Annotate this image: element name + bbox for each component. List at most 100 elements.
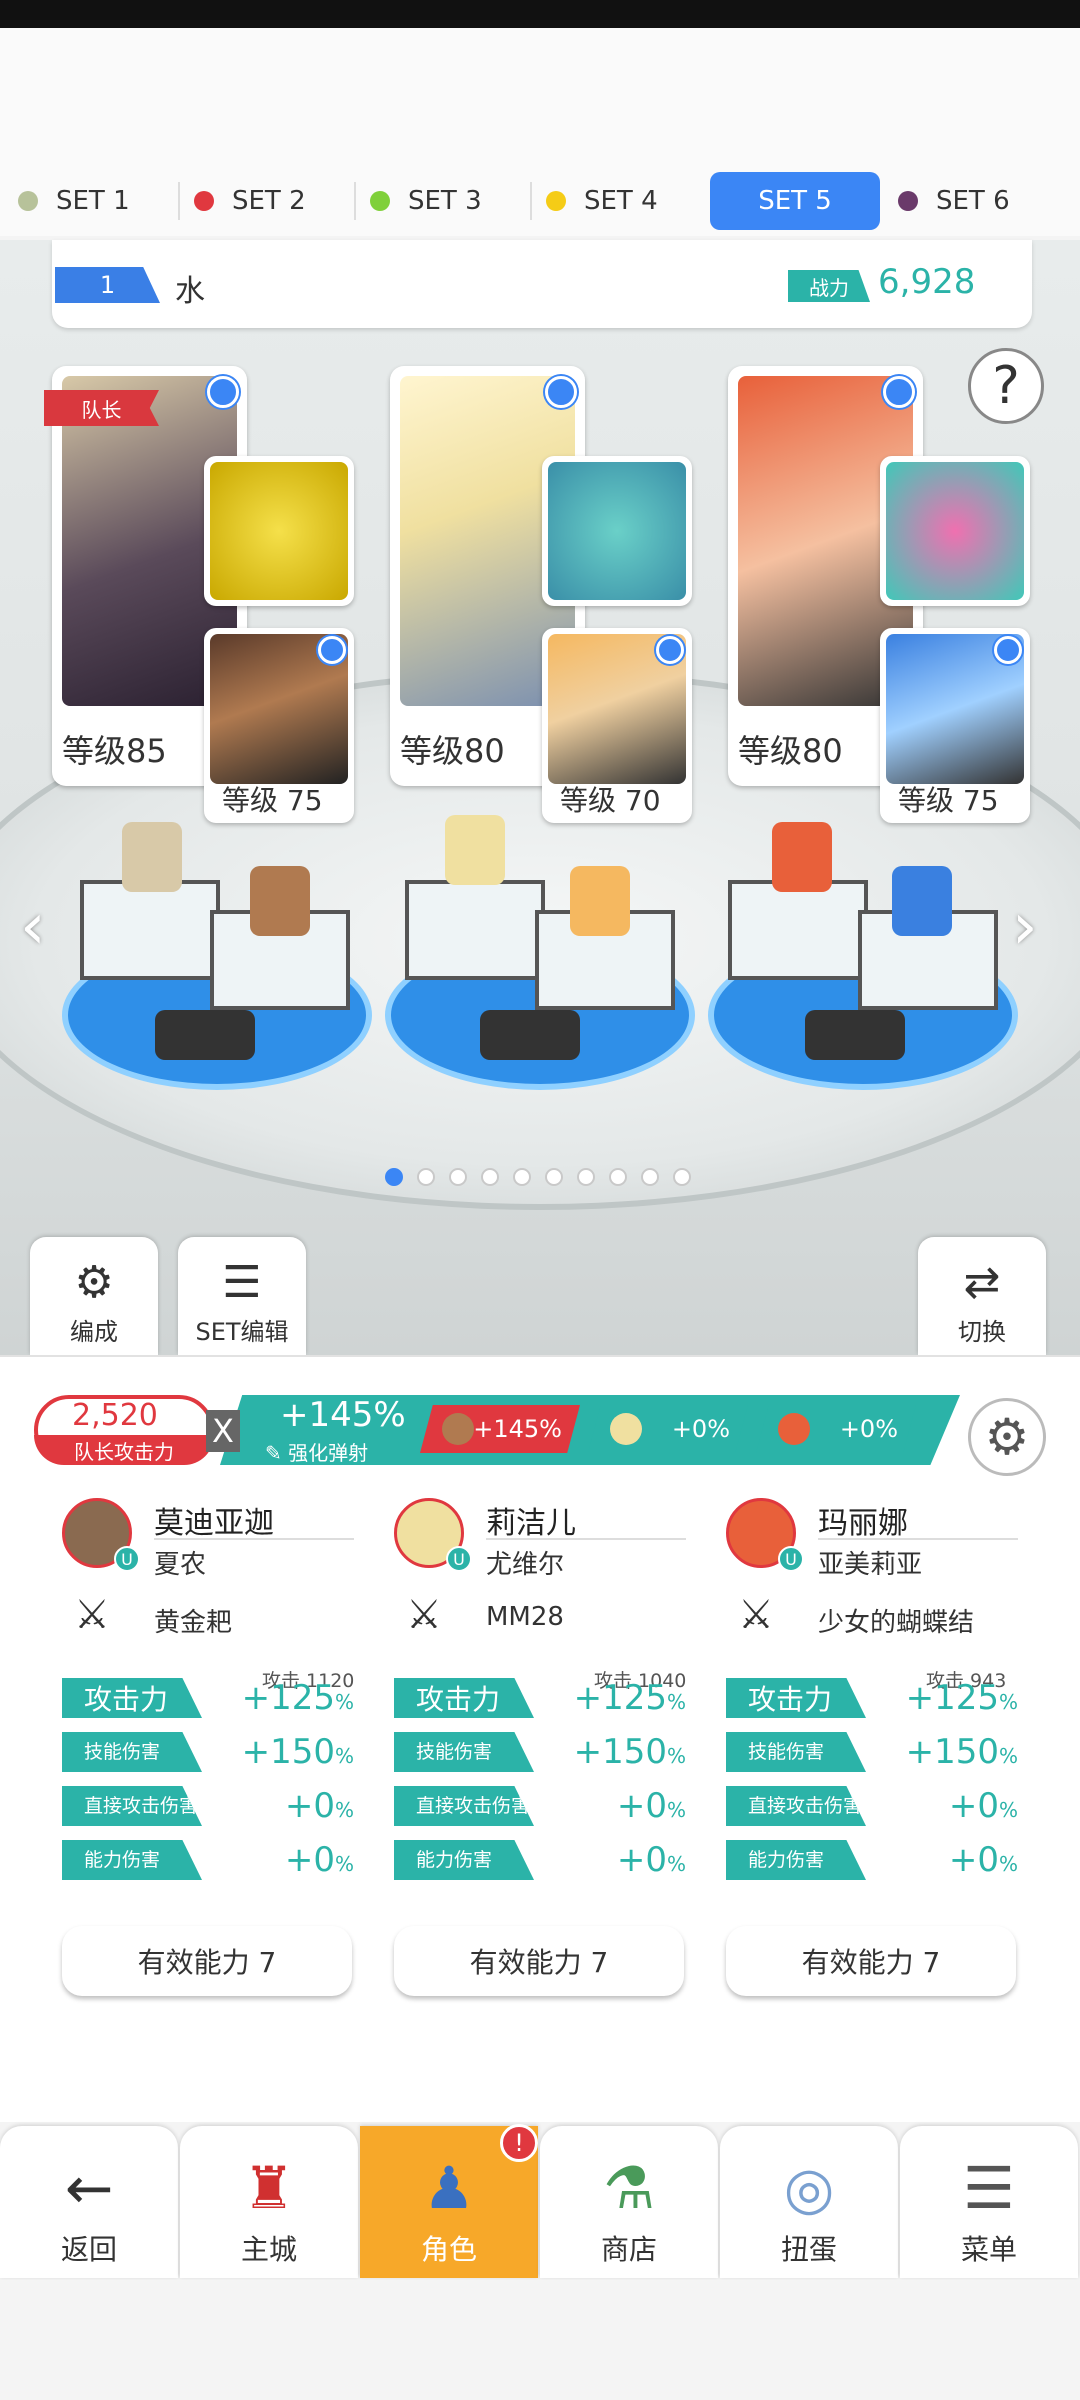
nav-label: 返回: [60, 2233, 117, 2266]
page-dot[interactable]: [641, 1168, 659, 1186]
select-radio[interactable]: [207, 376, 239, 408]
next-arrow-icon[interactable]: ›: [1012, 890, 1038, 964]
block: [405, 880, 545, 980]
set-dot-icon: [370, 191, 390, 211]
nav-label: 扭蛋: [780, 2233, 837, 2266]
weapon-shovel-icon: ⚔: [406, 1592, 442, 1638]
tab-set-1[interactable]: SET 1: [6, 172, 180, 230]
effective-ability-button[interactable]: 有效能力 7: [726, 1926, 1016, 1996]
select-radio[interactable]: [545, 376, 577, 408]
weapon-card-1[interactable]: [204, 456, 354, 606]
team-name: 水: [175, 274, 205, 309]
page-dot[interactable]: [449, 1168, 467, 1186]
stat-label: 能力伤害: [62, 1840, 202, 1880]
shop-icon: ⚗: [603, 2154, 655, 2222]
select-radio[interactable]: [656, 636, 684, 664]
block: [80, 880, 220, 980]
power-value: 6,928: [878, 262, 976, 302]
character-name: 莉洁儿: [486, 1506, 576, 1541]
upgrade-badge-icon: U: [778, 1546, 804, 1572]
character-name: 玛丽娜: [818, 1506, 908, 1541]
buff-value: +145%: [280, 1395, 406, 1435]
nav-label: 角色: [420, 2233, 477, 2266]
nav-shop[interactable]: ⚗ 商店: [540, 2126, 718, 2278]
set-dot-icon: [546, 191, 566, 211]
hero-sprite: [570, 866, 630, 936]
stat-number: +0: [616, 1786, 667, 1826]
stat-number: +0: [616, 1840, 667, 1880]
chip-value: +145%: [473, 1415, 562, 1443]
tab-set-6[interactable]: SET 6: [886, 172, 1056, 230]
switch-button[interactable]: ⇄ 切换: [918, 1237, 1046, 1355]
character-stats-3: U 玛丽娜 亚美莉亚 ⚔ 少女的蝴蝶结 攻击 943 攻击力 +125% 技能伤害…: [726, 1498, 1026, 2018]
avatar-icon: [610, 1413, 642, 1445]
sub-hero-card-2[interactable]: 等级 70: [542, 628, 692, 823]
stat-number: +0: [284, 1840, 335, 1880]
stat-value: +0%: [285, 1840, 354, 1880]
block: [728, 880, 868, 980]
gacha-icon: ◎: [783, 2154, 835, 2222]
tab-label: SET 2: [232, 186, 306, 216]
sub-hero-card-3[interactable]: 等级 75: [880, 628, 1030, 823]
page-dot[interactable]: [385, 1168, 403, 1186]
status-bar: [0, 0, 1080, 28]
buff-label-text: 强化弹射: [288, 1441, 369, 1465]
nav-gacha[interactable]: ◎ 扭蛋: [720, 2126, 898, 2278]
nav-back[interactable]: ← 返回: [0, 2126, 178, 2278]
page-dot[interactable]: [513, 1168, 531, 1186]
nav-label: 菜单: [960, 2233, 1017, 2266]
list-icon: ☰: [222, 1257, 262, 1308]
switch-label: 切换: [958, 1318, 1006, 1346]
select-radio[interactable]: [883, 376, 915, 408]
stat-number: +0: [948, 1786, 999, 1826]
hero-sprite: [122, 822, 182, 892]
select-radio[interactable]: [994, 636, 1022, 664]
page-dot[interactable]: [481, 1168, 499, 1186]
help-button[interactable]: ?: [968, 348, 1044, 424]
castle-icon: ♜: [243, 2154, 295, 2222]
stat-row: 能力伤害 +0%: [62, 1840, 362, 1880]
upgrade-badge-icon: U: [446, 1546, 472, 1572]
nav-menu[interactable]: ☰ 菜单: [900, 2126, 1078, 2278]
switch-icon: ⇄: [963, 1257, 1001, 1308]
set-edit-button[interactable]: ☰ SET编辑: [178, 1237, 306, 1355]
formation-button[interactable]: ⚙ 编成: [30, 1237, 158, 1355]
stat-unit: %: [334, 1798, 354, 1822]
tab-label: SET 4: [584, 186, 658, 216]
back-arrow-icon: ←: [64, 2154, 114, 2222]
stat-number: +0: [948, 1840, 999, 1880]
page-dot[interactable]: [577, 1168, 595, 1186]
page-dot[interactable]: [609, 1168, 627, 1186]
notification-badge: !: [500, 2124, 538, 2162]
prev-arrow-icon[interactable]: ‹: [20, 890, 46, 964]
page-dot[interactable]: [545, 1168, 563, 1186]
sub-hero-level: 等级 75: [898, 784, 999, 817]
tab-set-4[interactable]: SET 4: [534, 172, 704, 230]
weapon-card-2[interactable]: [542, 456, 692, 606]
settings-gear-icon[interactable]: ⚙: [968, 1398, 1046, 1476]
weapon-card-3[interactable]: [880, 456, 1030, 606]
nav-castle[interactable]: ♜ 主城: [180, 2126, 358, 2278]
tab-set-2[interactable]: SET 2: [182, 172, 356, 230]
formation-label: 编成: [70, 1318, 118, 1346]
stat-row: 技能伤害 +150%: [394, 1732, 694, 1772]
stat-value: +125%: [242, 1678, 354, 1718]
tab-set-5[interactable]: SET 5: [710, 172, 880, 230]
set-dot-icon: [898, 191, 918, 211]
stat-unit: %: [666, 1798, 686, 1822]
rune-tile: [805, 1010, 905, 1060]
stat-unit: %: [334, 1744, 354, 1768]
stat-row: 直接攻击伤害 +0%: [394, 1786, 694, 1826]
hero-sprite: [772, 822, 832, 892]
select-radio[interactable]: [318, 636, 346, 664]
page-dot[interactable]: [417, 1168, 435, 1186]
stat-number: +125: [241, 1678, 335, 1718]
tab-set-3[interactable]: SET 3: [358, 172, 532, 230]
effective-ability-button[interactable]: 有效能力 7: [62, 1926, 352, 1996]
stat-row: 能力伤害 +0%: [726, 1840, 1026, 1880]
page-dot[interactable]: [673, 1168, 691, 1186]
sub-hero-card-1[interactable]: 等级 75: [204, 628, 354, 823]
effective-ability-button[interactable]: 有效能力 7: [394, 1926, 684, 1996]
stat-value: +150%: [574, 1732, 686, 1772]
stat-unit: %: [666, 1852, 686, 1876]
